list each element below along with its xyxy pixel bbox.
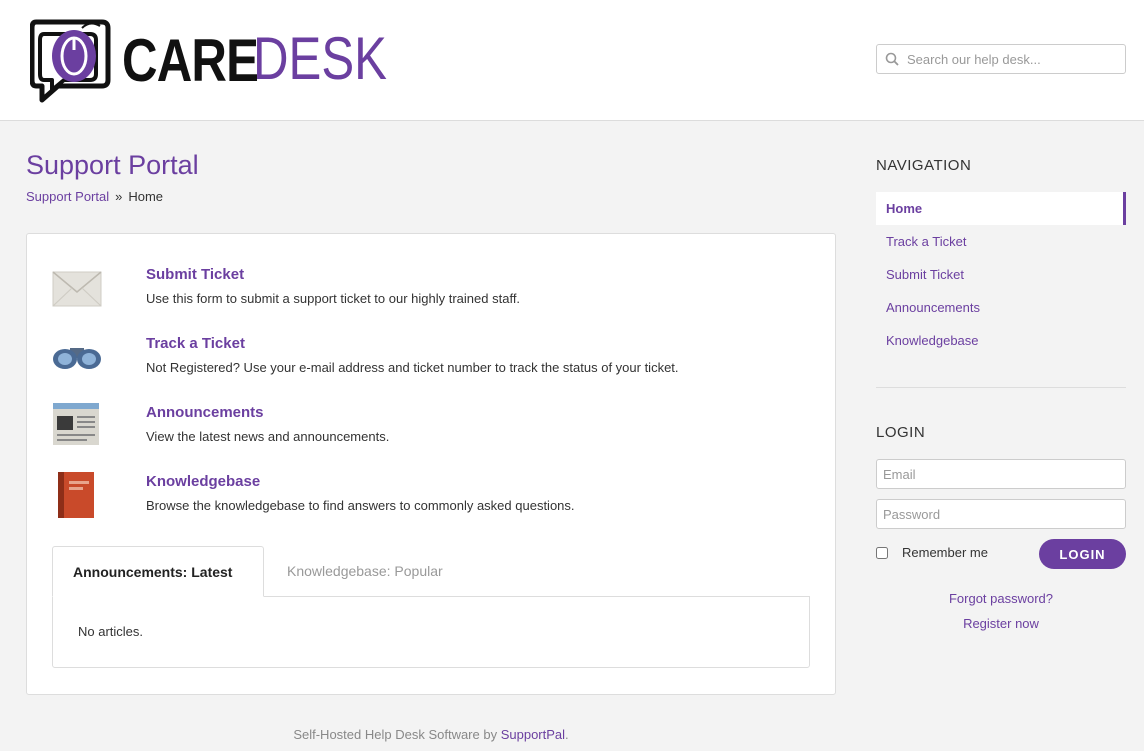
search-box[interactable]	[876, 44, 1126, 74]
envelope-icon	[52, 271, 102, 307]
logo-primary-text: CARE	[122, 26, 259, 94]
tab-knowledgebase-popular[interactable]: Knowledgebase: Popular	[267, 546, 463, 597]
breadcrumb-separator: »	[115, 189, 123, 204]
submit-ticket-link[interactable]: Submit Ticket	[146, 266, 244, 283]
supportpal-link[interactable]: SupportPal	[501, 727, 565, 742]
feature-description: Browse the knowledgebase to find answers…	[146, 498, 575, 513]
binoculars-icon	[53, 348, 101, 369]
nav-item-announcements[interactable]: Announcements	[876, 291, 1126, 324]
chat-bubble-mouse-icon	[30, 19, 111, 103]
feature-announcements: Announcements View the latest news and a…	[52, 402, 812, 452]
tabs: Announcements: Latest Knowledgebase: Pop…	[52, 546, 810, 597]
track-ticket-link[interactable]: Track a Ticket	[146, 335, 245, 352]
sidebar-divider	[876, 387, 1126, 388]
nav-item-track-ticket[interactable]: Track a Ticket	[876, 225, 1126, 258]
breadcrumb: Support Portal » Home	[26, 189, 163, 204]
feature-description: Use this form to submit a support ticket…	[146, 291, 521, 306]
announcements-link[interactable]: Announcements	[146, 404, 264, 421]
logo[interactable]: CARE DESK	[30, 16, 387, 104]
footer: Self-Hosted Help Desk Software by Suppor…	[26, 727, 836, 742]
remember-me[interactable]: Remember me	[876, 545, 988, 560]
forgot-password-link[interactable]: Forgot password?	[876, 591, 1126, 606]
newspaper-icon	[53, 403, 99, 445]
nav-item-submit-ticket[interactable]: Submit Ticket	[876, 258, 1126, 291]
feature-description: View the latest news and announcements.	[146, 429, 390, 444]
nav-item-knowledgebase[interactable]: Knowledgebase	[876, 324, 1126, 357]
nav-item-home[interactable]: Home	[876, 192, 1126, 225]
page-title: Support Portal	[26, 150, 199, 180]
book-icon	[58, 472, 94, 518]
tab-content: No articles.	[52, 596, 810, 668]
remember-me-label: Remember me	[902, 545, 988, 560]
breadcrumb-current: Home	[128, 189, 164, 204]
header: CARE DESK	[0, 0, 1144, 121]
feature-description: Not Registered? Use your e-mail address …	[146, 360, 679, 375]
navigation-heading: NAVIGATION	[876, 157, 972, 174]
tab-announcements-latest[interactable]: Announcements: Latest	[52, 546, 264, 597]
feature-submit-ticket: Submit Ticket Use this form to submit a …	[52, 264, 812, 314]
search-icon	[877, 52, 907, 66]
knowledgebase-link[interactable]: Knowledgebase	[146, 473, 260, 490]
footer-text: Self-Hosted Help Desk Software by	[293, 727, 501, 742]
feature-track-ticket: Track a Ticket Not Registered? Use your …	[52, 333, 812, 383]
email-field[interactable]	[876, 459, 1126, 489]
breadcrumb-root-link[interactable]: Support Portal	[26, 189, 109, 204]
remember-me-checkbox[interactable]	[876, 546, 888, 559]
login-button[interactable]: LOGIN	[1039, 539, 1126, 569]
logo-secondary-text: DESK	[253, 25, 387, 92]
register-link[interactable]: Register now	[876, 616, 1126, 631]
feature-knowledgebase: Knowledgebase Browse the knowledgebase t…	[52, 471, 812, 521]
navigation-list: Home Track a Ticket Submit Ticket Announ…	[876, 192, 1126, 357]
login-heading: LOGIN	[876, 424, 926, 441]
empty-message: No articles.	[78, 624, 144, 639]
search-input[interactable]	[907, 51, 1117, 67]
footer-suffix: .	[565, 727, 569, 742]
password-field[interactable]	[876, 499, 1126, 529]
main-panel: Submit Ticket Use this form to submit a …	[26, 233, 836, 695]
